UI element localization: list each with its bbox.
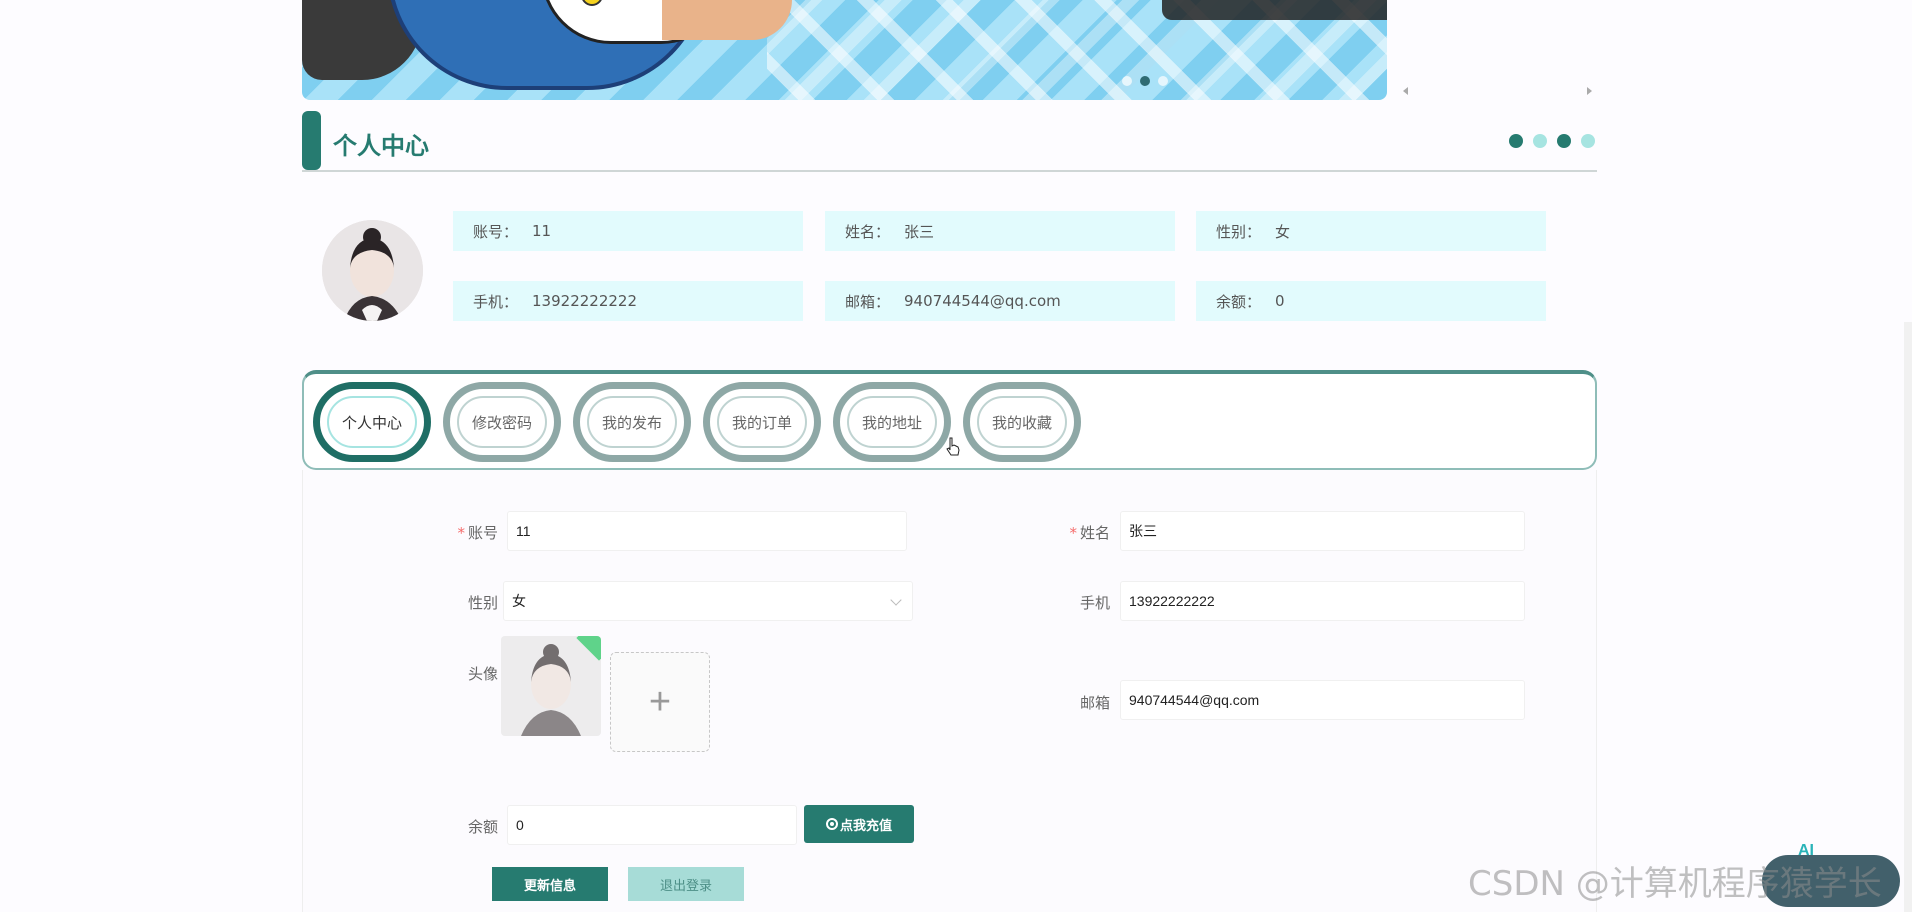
hand-cursor-icon (946, 437, 960, 456)
decoration-dot (1557, 134, 1571, 148)
title-decoration-dots (1509, 134, 1595, 148)
decoration-dot (1509, 134, 1523, 148)
banner-dot[interactable] (1140, 76, 1150, 86)
gender-select[interactable]: 女 (503, 581, 913, 621)
balance-input[interactable]: 0 (507, 805, 797, 845)
watermark: CSDN @计算机程序猿学长 (1468, 864, 1882, 904)
account-input[interactable]: 11 (507, 511, 907, 551)
account-label: * 账号 (440, 522, 498, 543)
tab-my-posts[interactable]: 我的发布 (573, 382, 691, 462)
info-value: 女 (1275, 222, 1291, 241)
title-divider (302, 170, 1597, 172)
info-label: 账号： (473, 222, 519, 241)
info-email: 邮箱： 940744544@qq.com (825, 281, 1175, 321)
avatar (322, 220, 423, 321)
update-info-button[interactable]: 更新信息 (492, 867, 608, 901)
info-gender: 性别： 女 (1196, 211, 1546, 251)
required-mark: * (1069, 524, 1077, 542)
avatar-label: 头像 (467, 665, 498, 683)
info-value: 张三 (904, 222, 935, 241)
tab-personal-center[interactable]: 个人中心 (313, 382, 431, 462)
info-value: 11 (532, 222, 552, 240)
required-mark: * (457, 524, 465, 542)
tab-label: 修改密码 (457, 396, 547, 448)
recharge-label: 点我充值 (839, 818, 892, 834)
tab-label: 个人中心 (327, 396, 417, 448)
info-value: 940744544@qq.com (904, 292, 1061, 310)
carousel-prev-arrow-icon[interactable] (1403, 87, 1408, 95)
banner-dot[interactable] (1158, 76, 1168, 86)
tab-my-favorites[interactable]: 我的收藏 (963, 382, 1081, 462)
field-label: 姓名 (1079, 524, 1110, 542)
decoration-dot (1533, 134, 1547, 148)
info-name: 姓名： 张三 (825, 211, 1175, 251)
email-label: 邮箱 (1079, 694, 1110, 712)
banner-indicator-dots (1122, 76, 1168, 86)
tab-label: 我的收藏 (977, 396, 1067, 448)
name-input[interactable]: 张三 (1120, 511, 1525, 551)
gender-value: 女 (512, 593, 526, 609)
tab-label: 我的订单 (717, 396, 807, 448)
info-value: 0 (1275, 292, 1285, 310)
info-value: 13922222222 (532, 292, 637, 310)
phone-input[interactable]: 13922222222 (1120, 581, 1525, 621)
gender-label: 性别 (467, 594, 498, 612)
tab-label: 我的发布 (587, 396, 677, 448)
uploaded-avatar-thumbnail[interactable] (501, 636, 601, 736)
tab-my-address[interactable]: 我的地址 (833, 382, 951, 462)
name-label: * 姓名 (1052, 522, 1110, 543)
info-phone: 手机： 13922222222 (453, 281, 803, 321)
recharge-icon (825, 818, 838, 830)
tab-my-orders[interactable]: 我的订单 (703, 382, 821, 462)
banner-food-image (662, 0, 792, 40)
field-label: 账号 (467, 524, 498, 542)
email-input[interactable]: 940744544@qq.com (1120, 680, 1525, 720)
info-label: 手机： (473, 292, 519, 311)
page-title: 个人中心 (333, 132, 429, 160)
tab-label: 我的地址 (847, 396, 937, 448)
banner-carousel[interactable] (302, 0, 1387, 100)
avatar-upload-button[interactable]: + (610, 652, 710, 752)
info-label: 姓名： (845, 222, 891, 241)
plus-icon: + (648, 680, 672, 723)
info-balance: 余额： 0 (1196, 281, 1546, 321)
carousel-next-arrow-icon[interactable] (1587, 87, 1592, 95)
phone-label: 手机 (1079, 594, 1110, 612)
chevron-down-icon (890, 594, 902, 606)
banner-dot[interactable] (1122, 76, 1132, 86)
tab-change-password[interactable]: 修改密码 (443, 382, 561, 462)
info-account: 账号： 11 (453, 211, 803, 251)
scrollbar[interactable] (1904, 322, 1912, 912)
info-label: 性别： (1216, 222, 1262, 241)
title-accent-bar (302, 111, 321, 170)
banner-headline-graphic (1162, 0, 1387, 20)
banner-bowl-image (387, 0, 731, 90)
logout-button[interactable]: 退出登录 (628, 867, 744, 901)
recharge-button[interactable]: 点我充值 (804, 805, 914, 843)
balance-label: 余额 (467, 818, 498, 836)
info-label: 余额： (1216, 292, 1262, 311)
decoration-dot (1581, 134, 1595, 148)
info-label: 邮箱： (845, 292, 891, 311)
